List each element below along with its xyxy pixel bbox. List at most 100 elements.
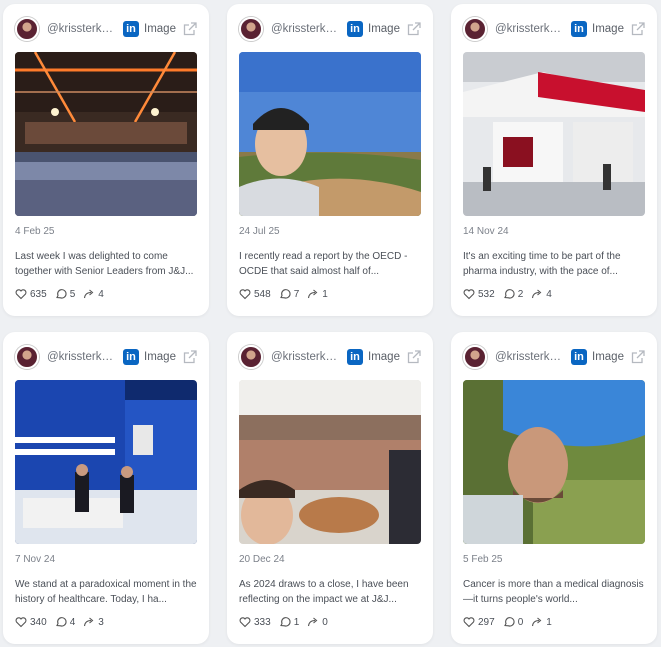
post-image[interactable]	[463, 52, 645, 216]
shares-stat: 4	[531, 288, 552, 300]
heart-icon	[463, 617, 475, 628]
post-header: @krissterke... in Image	[463, 345, 645, 369]
post-text: It's an exciting time to be part of the …	[463, 251, 621, 277]
comment-icon	[503, 289, 515, 299]
share-icon	[532, 617, 542, 627]
linkedin-icon: in	[347, 21, 363, 37]
post-type-label: Image	[144, 23, 176, 35]
comments-count: 2	[517, 288, 524, 300]
post-date: 14 Nov 24	[463, 226, 509, 237]
post-text: Last week I was delighted to come togeth…	[15, 251, 194, 277]
external-link-icon[interactable]	[183, 350, 197, 364]
post-stats: 340 4 3	[15, 616, 112, 628]
share-icon	[308, 289, 318, 299]
post-image[interactable]	[239, 380, 421, 544]
share-icon	[84, 617, 94, 627]
likes-stat: 340	[15, 616, 47, 628]
post-card[interactable]: @krissterke... in Image 20 Dec 24 As 202…	[227, 332, 433, 644]
post-text: Cancer is more than a medical diagnosis—…	[463, 579, 644, 605]
linkedin-icon: in	[347, 349, 363, 365]
comments-count: 0	[517, 616, 524, 628]
share-icon	[532, 289, 542, 299]
comments-count: 4	[69, 616, 76, 628]
comment-icon	[279, 289, 291, 299]
likes-stat: 532	[463, 288, 495, 300]
likes-count: 297	[478, 616, 495, 628]
avatar	[15, 17, 39, 41]
external-link-icon[interactable]	[183, 22, 197, 36]
shares-stat: 3	[83, 616, 104, 628]
shares-stat: 1	[531, 616, 552, 628]
comment-icon	[55, 617, 67, 627]
heart-icon	[239, 617, 251, 628]
linkedin-icon: in	[571, 21, 587, 37]
heart-icon	[15, 617, 27, 628]
avatar	[463, 345, 487, 369]
post-type-label: Image	[368, 23, 400, 35]
avatar	[15, 345, 39, 369]
post-image[interactable]	[15, 380, 197, 544]
likes-stat: 548	[239, 288, 271, 300]
author-handle: @krissterke...	[47, 351, 117, 363]
comments-stat: 1	[279, 616, 300, 628]
post-card[interactable]: @krissterke... in Image 4 Feb 25 Last we…	[3, 4, 209, 316]
share-icon	[84, 289, 94, 299]
post-image[interactable]	[239, 52, 421, 216]
shares-count: 4	[546, 288, 552, 300]
post-text: As 2024 draws to a close, I have been re…	[239, 579, 409, 605]
linkedin-icon: in	[123, 349, 139, 365]
likes-count: 340	[30, 616, 47, 628]
post-type-label: Image	[592, 23, 624, 35]
avatar	[239, 17, 263, 41]
post-text: We stand at a paradoxical moment in the …	[15, 579, 197, 605]
post-stats: 297 0 1	[463, 616, 560, 628]
post-date: 5 Feb 25	[463, 554, 503, 565]
shares-stat: 0	[307, 616, 328, 628]
heart-icon	[463, 289, 475, 300]
heart-icon	[239, 289, 251, 300]
likes-count: 635	[30, 288, 47, 300]
post-stats: 548 7 1	[239, 288, 336, 300]
likes-count: 532	[478, 288, 495, 300]
comments-stat: 5	[55, 288, 75, 300]
post-card[interactable]: @krissterke... in Image 14 Nov 24 It's a…	[451, 4, 657, 316]
share-icon	[308, 617, 318, 627]
post-date: 4 Feb 25	[15, 226, 55, 237]
post-date: 20 Dec 24	[239, 554, 285, 565]
post-header: @krissterke... in Image	[239, 345, 421, 369]
external-link-icon[interactable]	[631, 350, 645, 364]
comment-icon	[55, 289, 67, 299]
external-link-icon[interactable]	[407, 350, 421, 364]
post-header: @krissterke... in Image	[239, 17, 421, 41]
post-card[interactable]: @krissterke... in Image 5 Feb 25 Cancer …	[451, 332, 657, 644]
shares-stat: 4	[83, 288, 104, 300]
post-type-label: Image	[592, 351, 624, 363]
shares-stat: 1	[307, 288, 328, 300]
shares-count: 1	[546, 616, 552, 628]
post-card[interactable]: @krissterke... in Image 7 Nov 24 We stan…	[3, 332, 209, 644]
post-image[interactable]	[15, 52, 197, 216]
author-handle: @krissterke...	[495, 23, 565, 35]
shares-count: 3	[98, 616, 104, 628]
post-image[interactable]	[463, 380, 645, 544]
external-link-icon[interactable]	[631, 22, 645, 36]
shares-count: 1	[322, 288, 328, 300]
post-type-label: Image	[368, 351, 400, 363]
author-handle: @krissterke...	[47, 23, 117, 35]
post-card[interactable]: @krissterke... in Image 24 Jul 25 I rece…	[227, 4, 433, 316]
post-stats: 532 2 4	[463, 288, 560, 300]
post-type-label: Image	[144, 351, 176, 363]
external-link-icon[interactable]	[407, 22, 421, 36]
post-stats: 635 5 4	[15, 288, 112, 300]
post-header: @krissterke... in Image	[463, 17, 645, 41]
linkedin-icon: in	[571, 349, 587, 365]
post-date: 24 Jul 25	[239, 226, 280, 237]
comments-count: 1	[293, 616, 300, 628]
avatar	[463, 17, 487, 41]
comment-icon	[279, 617, 291, 627]
author-handle: @krissterke...	[271, 23, 341, 35]
post-text: I recently read a report by the OECD - O…	[239, 251, 408, 277]
comments-stat: 7	[279, 288, 299, 300]
linkedin-icon: in	[123, 21, 139, 37]
avatar	[239, 345, 263, 369]
